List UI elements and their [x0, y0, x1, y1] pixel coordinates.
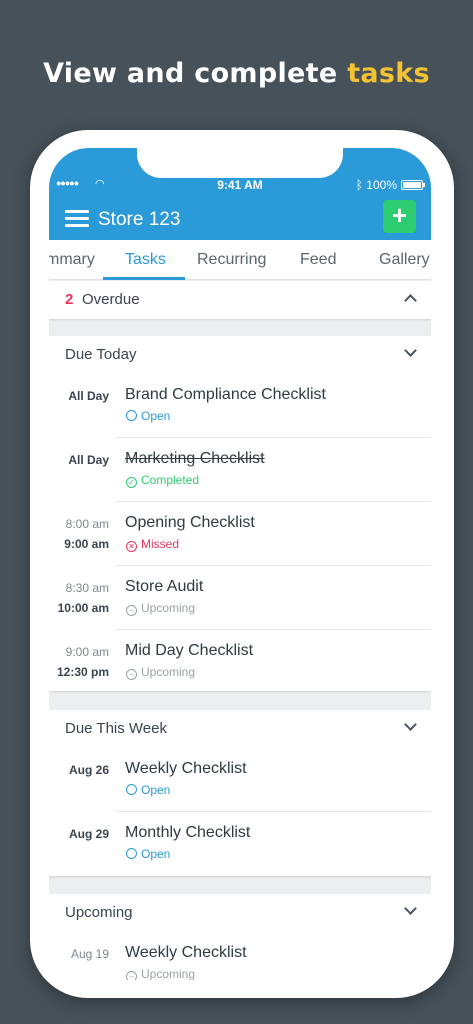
battery-percent: 100% — [366, 178, 397, 192]
task-time: All Day — [68, 453, 109, 467]
task-name: Weekly Checklist — [125, 944, 247, 961]
chevron-down-icon[interactable] — [404, 344, 417, 357]
section-title: Due Today — [65, 346, 137, 363]
section-title: Due This Week — [65, 720, 167, 737]
chevron-down-icon[interactable] — [404, 902, 417, 915]
battery-icon — [401, 180, 425, 190]
section-title: Upcoming — [65, 904, 133, 921]
task-name: Mid Day Checklist — [125, 642, 254, 659]
dash-circle-icon: – — [126, 971, 137, 980]
task-name: Store Audit — [125, 578, 204, 595]
active-tab-indicator — [103, 277, 185, 280]
bluetooth-icon: ᛒ — [355, 178, 363, 192]
task-start-time: 9:00 am — [65, 645, 109, 659]
task-start-time: 8:00 am — [65, 517, 109, 531]
tab-tasks[interactable]: Tasks — [125, 251, 166, 269]
headline-accent: tasks — [347, 58, 430, 89]
dash-circle-icon: – — [126, 605, 137, 616]
check-circle-icon: ✓ — [126, 477, 137, 488]
task-status: Open — [126, 783, 170, 797]
tab-bar: mmary Tasks Recurring Feed Gallery — [49, 240, 431, 280]
due-this-week-header[interactable]: Due This Week — [49, 710, 431, 748]
task-row[interactable]: Aug 26 Weekly Checklist Open — [49, 748, 431, 812]
dash-circle-icon: – — [126, 669, 137, 680]
status-bar: ●●●●● ◠ 9:41 AM ᛒ 100% — [49, 178, 431, 194]
task-due-time: 9:00 am — [64, 537, 109, 551]
task-row[interactable]: Aug 19 Weekly Checklist – Upcoming — [49, 932, 431, 980]
chevron-up-icon[interactable] — [404, 294, 417, 307]
overdue-count: 2 — [65, 291, 74, 308]
task-status: – Upcoming — [126, 967, 195, 980]
task-row[interactable]: All Day Marketing Checklist ✓ Completed — [49, 438, 431, 502]
add-task-button[interactable]: + — [383, 200, 416, 233]
open-circle-icon — [126, 784, 137, 795]
notch — [137, 148, 343, 178]
overdue-label: Overdue — [82, 291, 140, 308]
task-status: Open — [126, 847, 170, 861]
phone-screen: ●●●●● ◠ 9:41 AM ᛒ 100% Store 123 + mmary… — [49, 148, 431, 980]
tab-recurring[interactable]: Recurring — [197, 251, 266, 269]
due-today-section: Due Today All Day Brand Compliance Check… — [49, 336, 431, 691]
store-title: Store 123 — [98, 209, 181, 230]
chevron-down-icon[interactable] — [404, 718, 417, 731]
task-name: Brand Compliance Checklist — [125, 386, 326, 403]
task-status: – Upcoming — [126, 665, 195, 680]
task-status: – Upcoming — [126, 601, 195, 616]
open-circle-icon — [126, 848, 137, 859]
x-circle-icon: ✕ — [126, 541, 137, 552]
task-status: ✕ Missed — [126, 537, 179, 552]
marketing-headline: View and complete tasks — [0, 58, 473, 89]
task-time: All Day — [68, 389, 109, 403]
task-name: Monthly Checklist — [125, 824, 251, 841]
upcoming-header[interactable]: Upcoming — [49, 894, 431, 932]
tab-gallery[interactable]: Gallery — [379, 251, 430, 269]
task-status: Open — [126, 409, 170, 423]
task-row[interactable]: 8:30 am 10:00 am Store Audit – Upcoming — [49, 566, 431, 630]
open-circle-icon — [126, 410, 137, 421]
task-due-time: 12:30 pm — [56, 665, 109, 679]
overdue-section[interactable]: 2 Overdue — [49, 281, 431, 319]
due-today-header[interactable]: Due Today — [49, 336, 431, 374]
task-date: Aug 29 — [68, 827, 109, 841]
headline-text: View and complete — [43, 58, 348, 89]
task-name: Marketing Checklist — [125, 450, 265, 467]
task-row[interactable]: 9:00 am 12:30 pm Mid Day Checklist – Upco… — [49, 630, 431, 694]
task-name: Weekly Checklist — [125, 760, 247, 777]
due-this-week-section: Due This Week Aug 26 Weekly Checklist Op… — [49, 710, 431, 876]
task-status: ✓ Completed — [126, 473, 199, 488]
task-due-time: 10:00 am — [57, 601, 109, 615]
task-date: Aug 19 — [70, 947, 109, 961]
menu-icon[interactable] — [65, 210, 89, 228]
tab-summary[interactable]: mmary — [49, 251, 95, 269]
task-start-time: 8:30 am — [65, 581, 109, 595]
task-name: Opening Checklist — [125, 514, 255, 531]
task-date: Aug 26 — [68, 763, 109, 777]
upcoming-section: Upcoming Aug 19 Weekly Checklist – Upcomi… — [49, 894, 431, 980]
tab-feed[interactable]: Feed — [300, 251, 336, 269]
task-row[interactable]: 8:00 am 9:00 am Opening Checklist ✕ Misse… — [49, 502, 431, 566]
task-row[interactable]: Aug 29 Monthly Checklist Open — [49, 812, 431, 876]
task-row[interactable]: All Day Brand Compliance Checklist Open — [49, 374, 431, 438]
